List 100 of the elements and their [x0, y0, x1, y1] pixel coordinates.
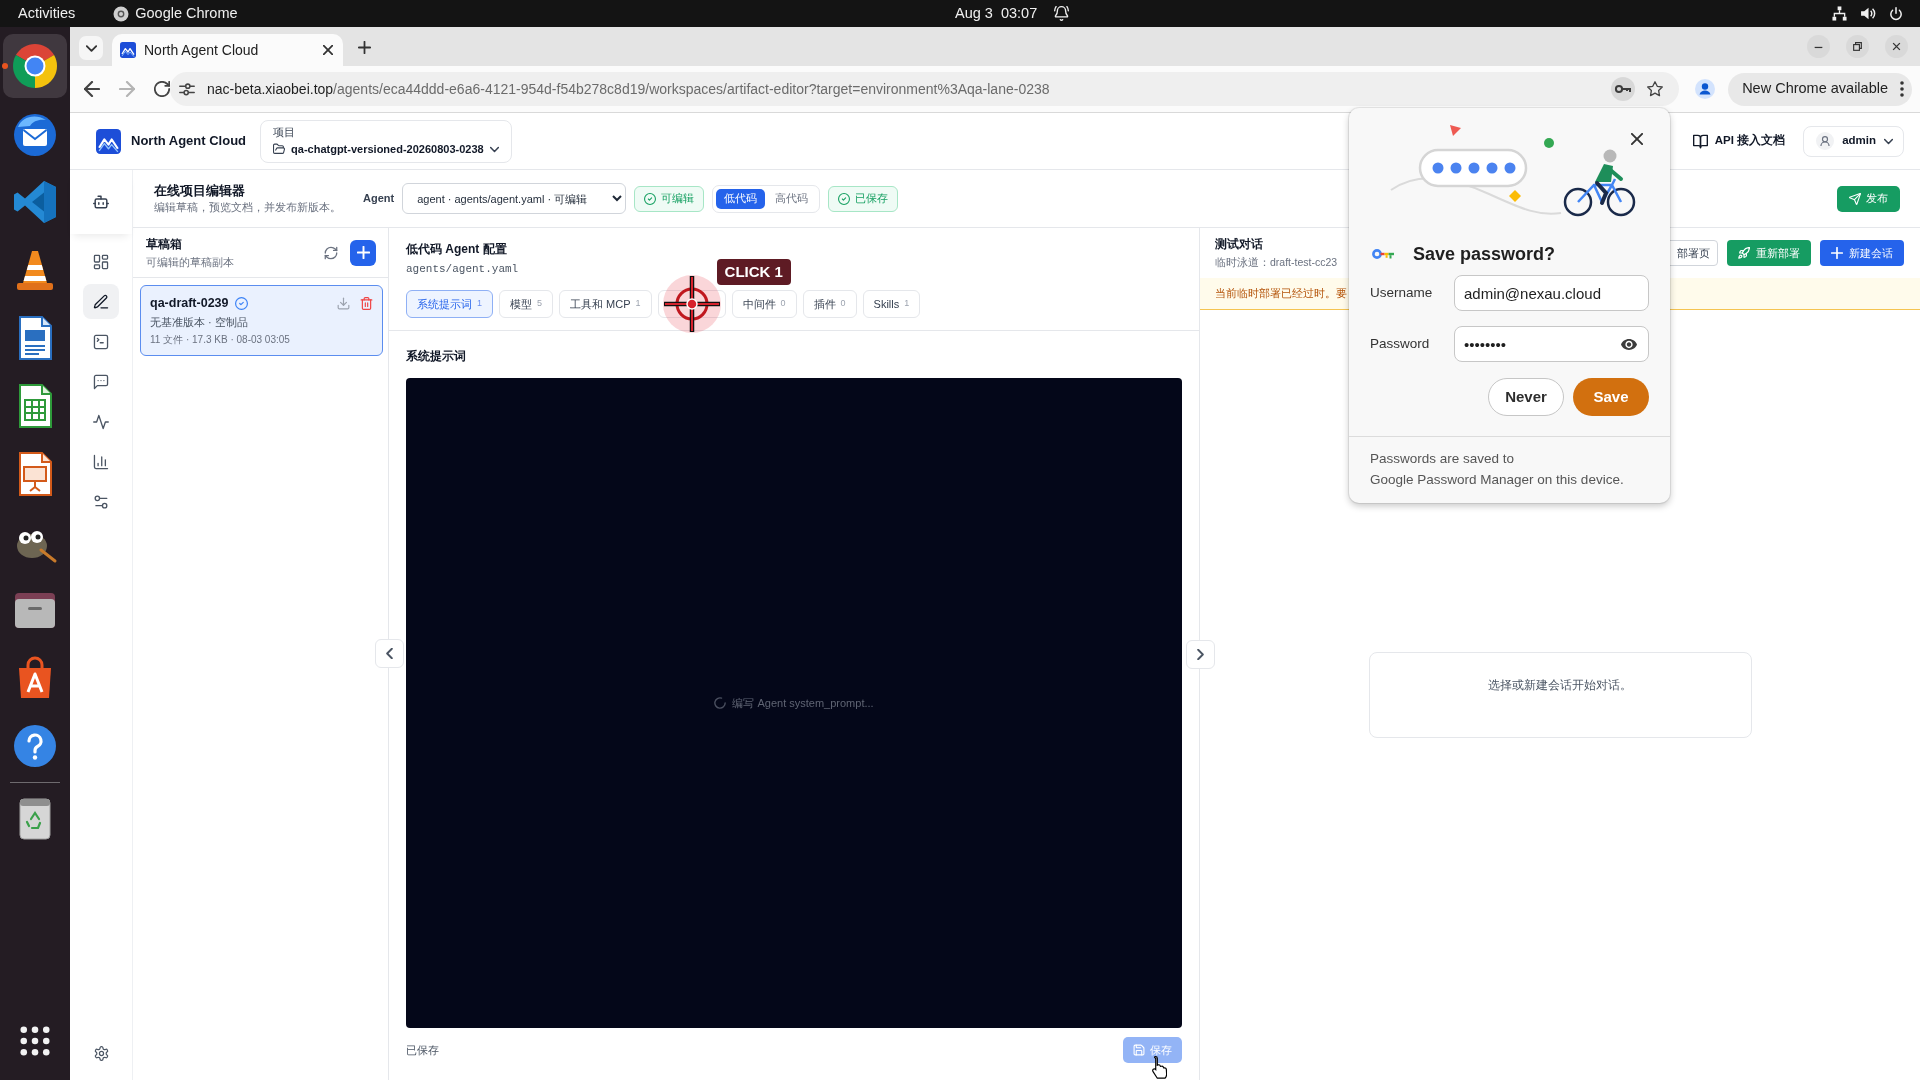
- tune-icon[interactable]: [179, 81, 195, 97]
- drafts-title: 草稿箱: [146, 235, 183, 253]
- agent-select[interactable]: agent · agents/agent.yaml · 可编辑: [402, 183, 627, 214]
- chevron-down-icon: [1884, 136, 1893, 146]
- chat-title: 测试对话: [1215, 236, 1264, 253]
- mountain-logo-icon: [96, 128, 121, 154]
- volume-icon[interactable]: [1860, 7, 1876, 20]
- chevron-right-icon: [1195, 649, 1206, 660]
- help-icon[interactable]: [11, 722, 59, 770]
- user-menu-button[interactable]: admin: [1803, 125, 1904, 157]
- settings-icon[interactable]: [93, 1046, 109, 1061]
- decline-button[interactable]: Never: [1488, 378, 1564, 416]
- collapse-panel-button[interactable]: [375, 639, 404, 668]
- robot-icon: [93, 194, 109, 210]
- chat-action-button[interactable]: 重新部署: [1727, 240, 1811, 266]
- plus-icon: [1831, 247, 1843, 259]
- dock-item[interactable]: [3, 34, 67, 98]
- close-icon[interactable]: [323, 45, 333, 55]
- click-label: CLICK 1: [716, 259, 791, 285]
- book-icon: [1692, 133, 1708, 149]
- browser-icon[interactable]: [11, 42, 59, 90]
- chat-icon[interactable]: [93, 373, 109, 390]
- dialog-title: Save password?: [1413, 242, 1556, 266]
- notification-bell-icon[interactable]: [1054, 6, 1070, 21]
- close-icon[interactable]: [1631, 133, 1643, 145]
- back-icon[interactable]: [84, 81, 100, 97]
- save-status: 已保存: [406, 1042, 439, 1058]
- app-grid-icon[interactable]: [20, 1026, 50, 1056]
- pencil-icon: [93, 293, 109, 310]
- status-label: 可编辑: [661, 191, 695, 207]
- new-draft-button[interactable]: [350, 239, 376, 266]
- user-avatar-icon: [1816, 132, 1835, 150]
- text-field[interactable]: admin@nexau.cloud: [1454, 275, 1649, 311]
- activities-button[interactable]: Activities: [18, 2, 76, 25]
- expand-panel-button[interactable]: [1186, 640, 1215, 669]
- config-tab[interactable]: 系统提示词 1: [406, 290, 493, 318]
- new-tab-icon[interactable]: [358, 41, 371, 54]
- status-label: 已保存: [855, 191, 889, 207]
- section-title: 系统提示词: [406, 348, 466, 365]
- bar-chart-icon[interactable]: [93, 453, 109, 470]
- more-vert-icon: [1900, 81, 1904, 97]
- project-selector[interactable]: 项目 qa-chatgpt-versioned-20260803-0238: [260, 119, 512, 163]
- config-tab[interactable]: 工具和 MCP 1: [559, 290, 652, 318]
- mode-tab[interactable]: 高代码: [767, 188, 817, 209]
- check-circle-icon: [644, 192, 657, 205]
- draft-details: 11 文件 · 17.3 KB · 08-03 03:05: [150, 333, 291, 347]
- publish-button[interactable]: 发布: [1837, 185, 1900, 212]
- prompt-editor[interactable]: 编写 Agent system_prompt...: [406, 378, 1182, 1028]
- network-icon[interactable]: [1832, 6, 1847, 21]
- password-field[interactable]: ••••••••: [1454, 326, 1649, 362]
- chevron-down-icon: [489, 144, 499, 154]
- sliders-icon[interactable]: [93, 493, 109, 510]
- star-icon[interactable]: [1647, 81, 1664, 97]
- dialog-note: Passwords are saved to Google Password Manager on this device.: [1349, 436, 1670, 503]
- field-label: Username: [1370, 283, 1434, 302]
- eye-icon[interactable]: [1621, 338, 1637, 350]
- draft-meta: 无基准版本 · 空制品: [150, 315, 249, 330]
- mountain-logo-icon: [120, 42, 136, 58]
- folder-icon: [273, 143, 286, 155]
- empty-state-text: 选择或新建会话开始对话。: [1487, 677, 1633, 693]
- profile-icon[interactable]: [1695, 79, 1716, 99]
- loading-text: 编写 Agent system_prompt...: [732, 695, 874, 711]
- restore-icon[interactable]: [1846, 35, 1869, 58]
- clock[interactable]: Aug 3 03:07: [955, 2, 1038, 25]
- tab-list-button[interactable]: [79, 36, 103, 60]
- terminal-icon[interactable]: [93, 333, 109, 350]
- power-icon[interactable]: [1889, 6, 1903, 21]
- nav-item[interactable]: [83, 284, 119, 319]
- config-tab[interactable]: Skills 1: [862, 290, 921, 318]
- config-tab[interactable]: 插件 0: [802, 290, 857, 318]
- mode-tab[interactable]: 低代码: [716, 188, 766, 209]
- config-tab[interactable]: 模型 5: [499, 290, 554, 318]
- config-tab[interactable]: 中间件 0: [731, 290, 797, 318]
- browser-tab[interactable]: North Agent Cloud: [112, 34, 343, 66]
- agent-label: Agent: [363, 191, 395, 207]
- grid-icon[interactable]: [93, 253, 109, 270]
- file-path: agents/agent.yaml: [406, 262, 519, 277]
- chat-action-button[interactable]: 新建会话: [1820, 240, 1904, 266]
- field-label: Password: [1370, 334, 1431, 353]
- password-manager-link[interactable]: Google Password Manager: [1370, 472, 1534, 487]
- key-icon[interactable]: [1611, 77, 1636, 101]
- code-editor-icon[interactable]: [11, 178, 59, 226]
- docs-link[interactable]: API 接入文档: [1692, 132, 1786, 150]
- draft-name: qa-draft-0239: [150, 295, 229, 312]
- address-field[interactable]: nac-beta.xiaobei.top/agents/eca44ddd-e6a6-4121-954d-f54b278c8d19/workspaces/artifact-editor?target=environment%3Aqa-lane-0238: [170, 72, 1680, 106]
- refresh-icon[interactable]: [324, 245, 338, 260]
- app-menu-label[interactable]: Google Chrome: [135, 2, 238, 25]
- reload-icon[interactable]: [154, 81, 170, 97]
- spinner-icon: [714, 697, 727, 709]
- browser-icon[interactable]: [113, 5, 130, 22]
- pulse-icon[interactable]: [93, 413, 109, 430]
- close-window-icon[interactable]: [1885, 35, 1908, 58]
- save-icon: [1133, 1044, 1145, 1056]
- update-button[interactable]: New Chrome available: [1728, 72, 1912, 106]
- key-icon: [1372, 248, 1394, 260]
- rocket-icon: [1738, 247, 1750, 259]
- plus-icon: [356, 246, 370, 259]
- config-title: 低代码 Agent 配置: [406, 241, 507, 258]
- agent-nav-item[interactable]: [70, 170, 132, 234]
- editor-subtitle: 编辑草稿，预览文档，并发布新版本。: [154, 200, 341, 215]
